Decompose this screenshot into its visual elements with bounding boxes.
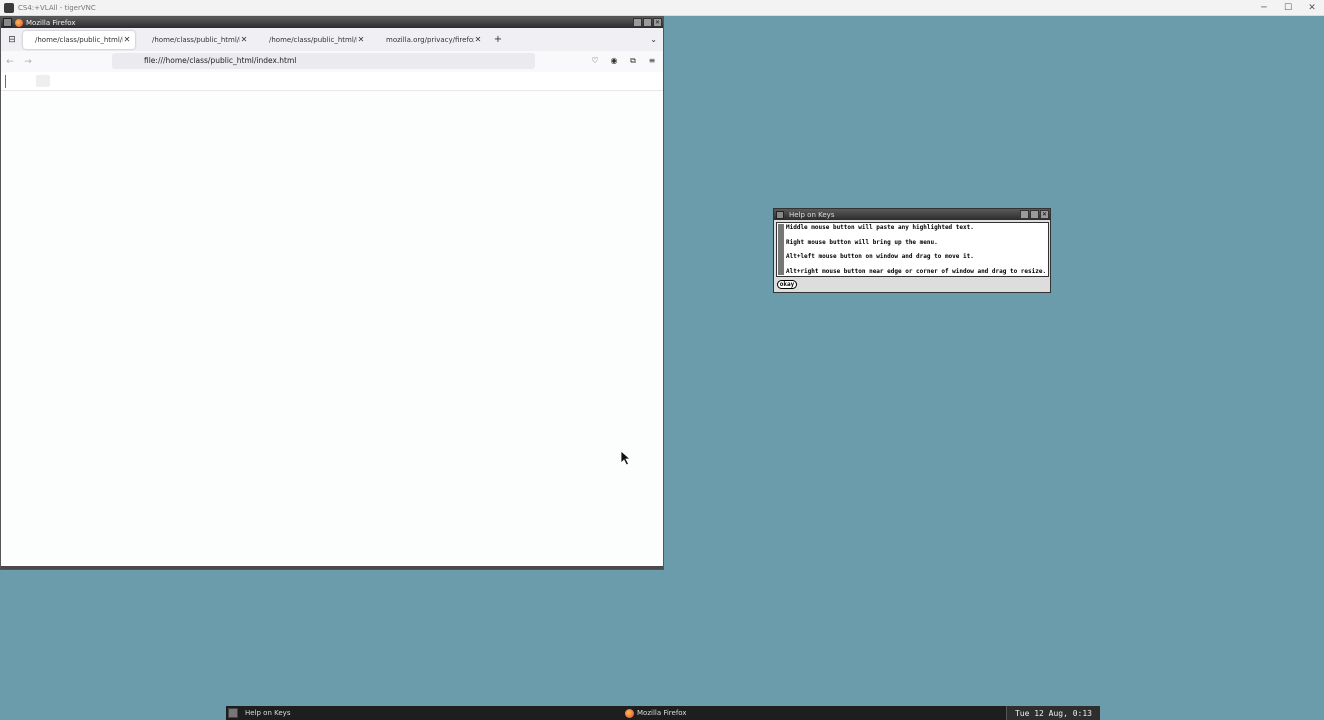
help-line: Alt+right mouse button near edge or corn… xyxy=(786,267,1047,275)
iconify-button[interactable] xyxy=(1020,210,1029,219)
close-button[interactable]: ✕ xyxy=(1040,210,1049,219)
help-line: Middle mouse button will paste any highl… xyxy=(786,224,974,231)
tab-label: /home/class/public_html/i xyxy=(35,35,123,44)
back-icon[interactable]: ← xyxy=(1,57,19,67)
maximize-button[interactable] xyxy=(1030,210,1039,219)
taskbar-item-help-on-keys[interactable]: Help on Keys xyxy=(245,709,625,717)
window-menu-button[interactable] xyxy=(3,18,12,27)
find-field[interactable] xyxy=(36,75,50,87)
scrollbar[interactable] xyxy=(778,224,784,275)
help-title-bar[interactable]: Help on Keys ✕ xyxy=(774,209,1050,220)
vnc-window-title: CS4:+VLAll - tigerVNC xyxy=(18,3,96,12)
maximize-icon[interactable]: ☐ xyxy=(1276,0,1300,16)
firefox-window-title: Mozilla Firefox xyxy=(26,18,76,27)
clock: Tue 12 Aug, 0:13 xyxy=(1005,706,1100,720)
taskbar-item-firefox[interactable]: Mozilla Firefox xyxy=(625,708,1005,718)
firefox-logo-icon xyxy=(15,18,23,27)
navigation-bar: ← → file:///home/class/public_html/index… xyxy=(1,51,663,72)
firefox-window-buttons: ✕ xyxy=(633,18,662,27)
tab-close-icon[interactable]: ✕ xyxy=(357,35,365,44)
new-tab-icon[interactable]: + xyxy=(491,34,505,45)
help-window-buttons: ✕ xyxy=(1020,210,1049,219)
mouse-cursor-icon xyxy=(620,450,632,466)
text-caret xyxy=(5,75,6,88)
help-line: Right mouse button will bring up the men… xyxy=(786,238,938,246)
help-on-keys-window: Help on Keys ✕ Middle mouse button will … xyxy=(773,208,1051,293)
tab-4[interactable]: mozilla.org/privacy/firefox/ ✕ xyxy=(374,31,486,49)
maximize-button[interactable] xyxy=(643,18,652,27)
menu-icon[interactable]: ≡ xyxy=(647,55,657,67)
tab-close-icon[interactable]: ✕ xyxy=(240,35,248,44)
url-bar[interactable]: file:///home/class/public_html/index.htm… xyxy=(112,53,535,69)
forward-icon[interactable]: → xyxy=(19,57,37,67)
vnc-window-controls: ─ ☐ ✕ xyxy=(1252,0,1324,16)
minimize-icon[interactable]: ─ xyxy=(1252,0,1276,16)
tab-label: mozilla.org/privacy/firefox/ xyxy=(386,35,474,44)
tab-label: /home/class/public_html/i xyxy=(152,35,240,44)
firefox-window: Mozilla Firefox ✕ ⊟ /home/class/public_h… xyxy=(0,16,664,570)
tigervnc-icon xyxy=(4,2,14,13)
find-bar xyxy=(1,72,663,91)
toolbar-icons: ♡ ◉ ⧉ ≡ xyxy=(590,55,657,67)
close-icon[interactable]: ✕ xyxy=(1300,0,1324,16)
okay-button[interactable]: okay xyxy=(777,280,797,289)
taskbar-menu-icon[interactable] xyxy=(228,708,238,718)
taskbar-item-label: Mozilla Firefox xyxy=(637,709,687,717)
help-window-title: Help on Keys xyxy=(789,210,835,219)
iconify-button[interactable] xyxy=(633,18,642,27)
extensions-icon[interactable]: ⧉ xyxy=(628,55,638,67)
pocket-icon[interactable]: ♡ xyxy=(590,55,600,67)
tab-2[interactable]: /home/class/public_html/i ✕ xyxy=(140,31,252,49)
tab-label: /home/class/public_html/i xyxy=(269,35,357,44)
tab-bar: ⊟ /home/class/public_html/i ✕ /home/clas… xyxy=(1,28,663,51)
window-menu-button[interactable] xyxy=(776,210,784,219)
tab-3[interactable]: /home/class/public_html/i ✕ xyxy=(257,31,369,49)
firefox-title-bar[interactable]: Mozilla Firefox ✕ xyxy=(1,17,663,28)
vnc-title-bar: CS4:+VLAll - tigerVNC ─ ☐ ✕ xyxy=(0,0,1324,16)
taskbar: Help on Keys Mozilla Firefox Tue 12 Aug,… xyxy=(226,706,1100,720)
firefox-logo-icon xyxy=(625,708,634,718)
help-line: Alt+left mouse button on window and drag… xyxy=(786,253,974,260)
tab-close-icon[interactable]: ✕ xyxy=(474,35,482,44)
help-text-area: Middle mouse button will paste any highl… xyxy=(776,222,1049,277)
close-button[interactable]: ✕ xyxy=(653,18,662,27)
tab-overview-icon[interactable]: ⊟ xyxy=(1,35,23,45)
account-icon[interactable]: ◉ xyxy=(609,55,619,67)
tab-close-icon[interactable]: ✕ xyxy=(123,35,131,44)
window-bottom-border[interactable] xyxy=(1,566,663,569)
page-content[interactable] xyxy=(1,91,663,561)
list-all-tabs-icon[interactable]: ⌄ xyxy=(650,35,657,44)
tab-1[interactable]: /home/class/public_html/i ✕ xyxy=(23,30,135,49)
